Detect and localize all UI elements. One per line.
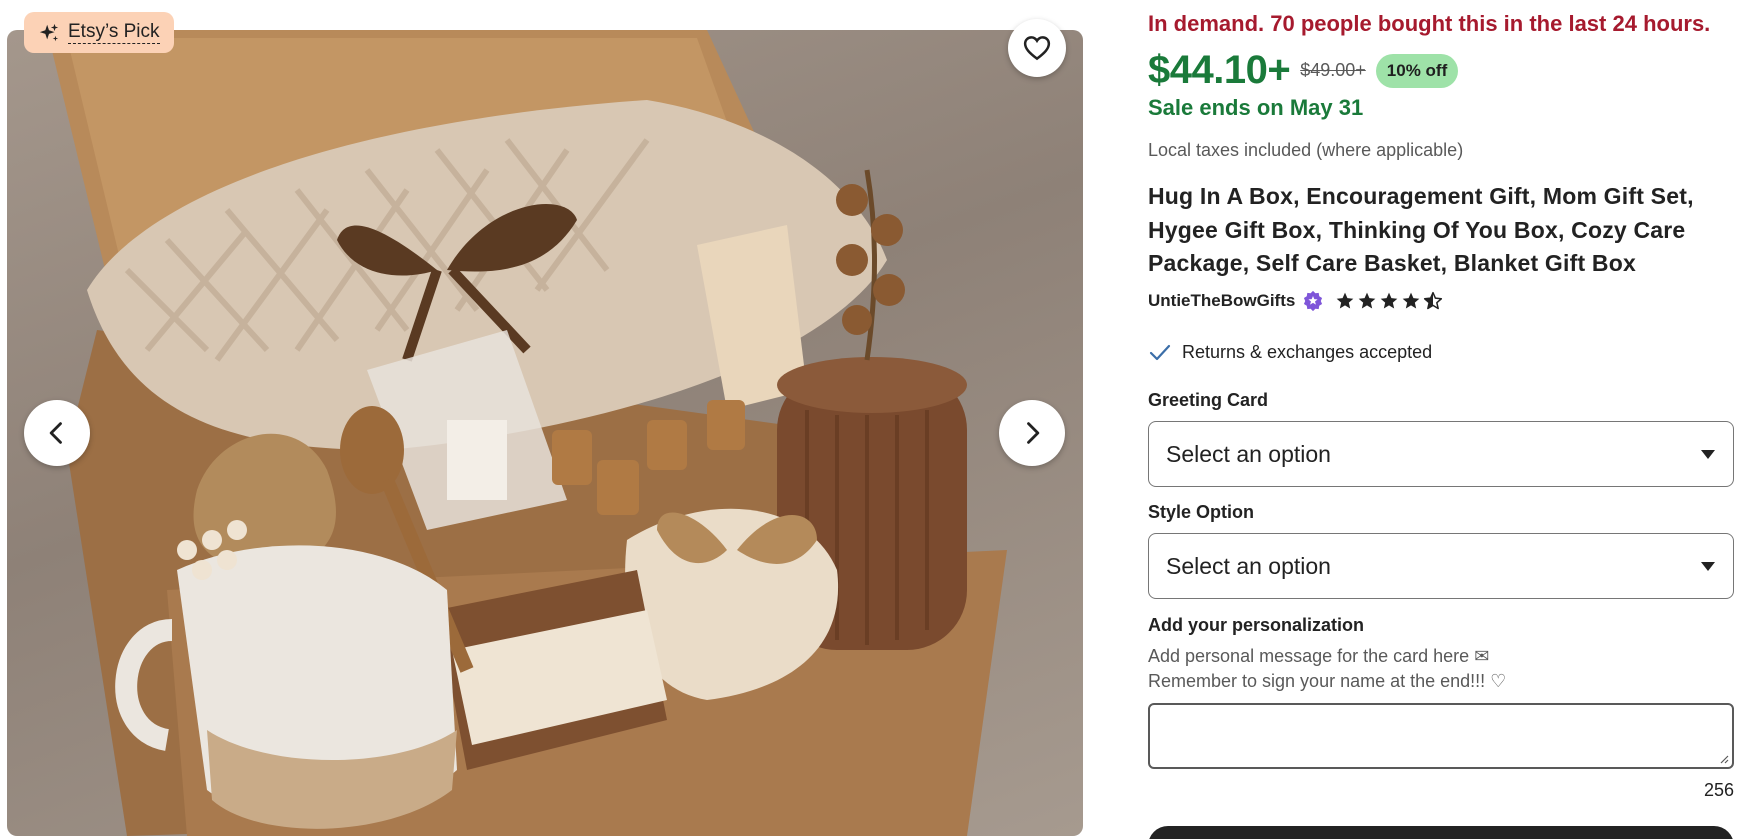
personalization-hint-1: Add personal message for the card here ✉ xyxy=(1148,646,1490,666)
listing-title: Hug In A Box, Encouragement Gift, Mom Gi… xyxy=(1148,183,1694,276)
next-image-button[interactable] xyxy=(999,400,1065,466)
half-star-icon xyxy=(1424,291,1443,310)
personalization-hint-2: Remember to sign your name at the end!!!… xyxy=(1148,671,1507,691)
star-icon xyxy=(1359,292,1376,309)
discount-badge: 10% off xyxy=(1375,53,1459,88)
star-icon xyxy=(1381,292,1398,309)
star-icon xyxy=(1403,292,1420,309)
chevron-left-icon xyxy=(49,422,62,444)
returns-policy: Returns & exchanges accepted xyxy=(1148,340,1432,364)
caret-down-icon xyxy=(1701,561,1715,571)
shop-name-link[interactable]: UntieTheBowGifts xyxy=(1148,291,1295,311)
greeting-card-value: Select an option xyxy=(1166,440,1331,467)
check-icon xyxy=(1149,344,1171,361)
returns-label: Returns & exchanges accepted xyxy=(1182,341,1433,362)
chevron-right-icon xyxy=(1027,422,1040,444)
star-icon xyxy=(1337,292,1354,309)
character-counter: 256 xyxy=(1703,780,1734,800)
original-price: $49.00+ xyxy=(1300,60,1366,80)
sale-ends: Sale ends on May 31 xyxy=(1148,95,1364,120)
etsys-pick-badge[interactable]: Etsy’s Pick xyxy=(24,12,174,53)
previous-image-button[interactable] xyxy=(24,400,90,466)
caret-down-icon xyxy=(1701,449,1715,459)
sparkle-icon xyxy=(38,22,60,44)
favorite-button[interactable] xyxy=(1008,19,1066,77)
product-image[interactable] xyxy=(7,30,1083,836)
shop-rating-stars[interactable] xyxy=(1335,291,1443,311)
etsys-pick-label: Etsy’s Pick xyxy=(68,21,160,44)
personalization-textarea[interactable] xyxy=(1148,703,1734,769)
style-option-value: Select an option xyxy=(1166,552,1331,579)
demand-notice: In demand. 70 people bought this in the … xyxy=(1148,11,1711,36)
shop-info: UntieTheBowGifts xyxy=(1148,290,1443,312)
greeting-card-label: Greeting Card xyxy=(1148,390,1269,410)
current-price: $44.10+ xyxy=(1148,48,1291,92)
style-option-select[interactable]: Select an option xyxy=(1148,533,1734,599)
resize-handle-icon[interactable] xyxy=(1719,754,1729,764)
personalization-label: Add your personalization xyxy=(1148,615,1365,635)
greeting-card-select[interactable]: Select an option xyxy=(1148,421,1734,487)
style-option-label: Style Option xyxy=(1148,502,1255,522)
star-seller-badge-icon xyxy=(1304,290,1323,312)
add-to-cart-button[interactable] xyxy=(1148,826,1734,839)
taxes-note: Local taxes included (where applicable) xyxy=(1148,140,1464,160)
price-row: $44.10+ $49.00+ 10% off xyxy=(1148,48,1459,93)
heart-icon xyxy=(1023,36,1051,61)
